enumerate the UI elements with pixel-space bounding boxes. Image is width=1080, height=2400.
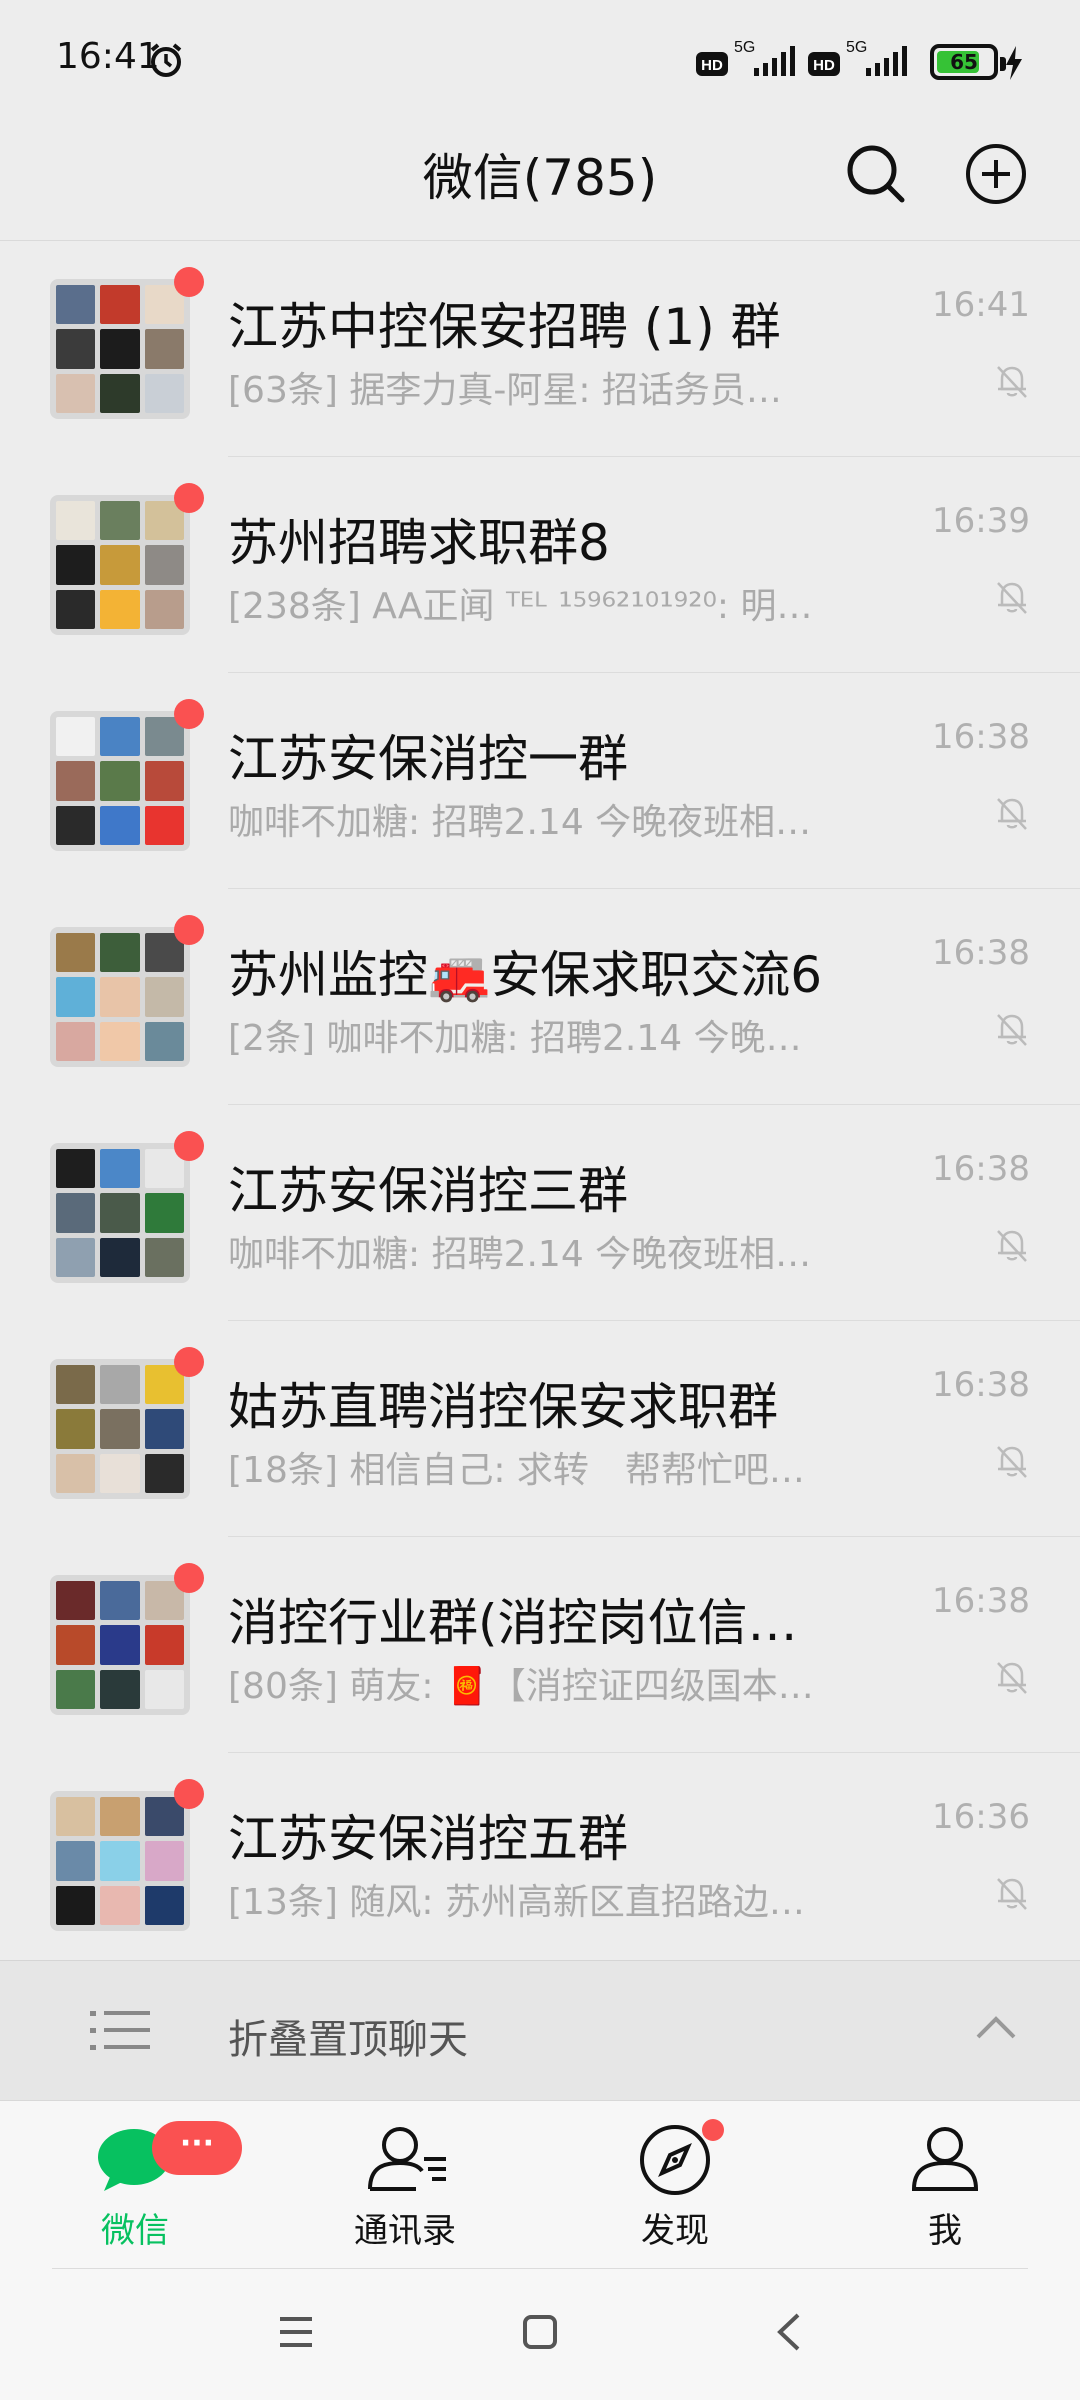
chat-time: 16:36 <box>932 1797 1030 1837</box>
mute-bell-icon <box>997 582 1027 614</box>
chat-preview: [238条] AA正闻 ᵀᴱᴸ ¹⁵⁹⁶²¹⁰¹⁹²⁰: 明… <box>228 586 813 627</box>
bottom-tab-bar: ··· 微信 通讯录 发现 我 <box>0 2100 1080 2268</box>
tab-contacts[interactable]: 通讯录 <box>270 2101 540 2269</box>
alarm-icon <box>150 43 182 77</box>
group-avatar <box>50 279 190 419</box>
menu-icon[interactable] <box>278 2316 314 2348</box>
chats-badge: ··· <box>152 2121 242 2175</box>
chat-row[interactable]: 消控行业群(消控岗位信… [80条] 萌友: 🧧【消控证四级国本… 16:38 <box>0 1537 1080 1753</box>
back-icon[interactable] <box>774 2312 802 2352</box>
signal-icon-1: HD 5G <box>696 39 795 76</box>
signal-icon-2: HD 5G <box>808 39 907 76</box>
group-avatar <box>50 495 190 635</box>
home-icon[interactable] <box>522 2314 558 2350</box>
group-avatar <box>50 1359 190 1499</box>
mute-bell-icon <box>997 1878 1027 1910</box>
fold-label: 折叠置顶聊天 <box>228 2017 468 2063</box>
group-avatar <box>50 1575 190 1715</box>
tab-label-me: 我 <box>928 2211 962 2251</box>
unread-dot <box>174 699 204 729</box>
search-icon[interactable] <box>836 134 916 214</box>
chat-name: 江苏安保消控一群 <box>228 730 628 788</box>
mute-bell-icon <box>997 798 1027 830</box>
tab-label-chats: 微信 <box>101 2211 169 2251</box>
unread-dot <box>174 1563 204 1593</box>
group-avatar <box>50 711 190 851</box>
svg-text:HD: HD <box>813 57 835 74</box>
chat-name: 苏州监控🚒安保求职交流6 <box>228 946 823 1004</box>
add-icon[interactable] <box>956 134 1036 214</box>
unread-dot <box>174 1779 204 1809</box>
tab-discover[interactable]: 发现 <box>540 2101 810 2269</box>
battery-indicator: 65 <box>930 44 1006 80</box>
chat-preview: [13条] 随风: 苏州高新区直招路边… <box>228 1882 805 1923</box>
group-avatar <box>50 1791 190 1931</box>
chat-time: 16:38 <box>932 1581 1030 1621</box>
group-avatar <box>50 927 190 1067</box>
chat-preview: [80条] 萌友: 🧧【消控证四级国本… <box>228 1666 814 1707</box>
chat-preview: [18条] 相信自己: 求转 帮帮忙吧… <box>228 1450 805 1491</box>
group-avatar <box>50 1143 190 1283</box>
status-bar: 16:41 HD 5G HD 5G 65 <box>0 0 1080 120</box>
chat-name: 苏州招聘求职群8 <box>228 514 610 572</box>
unread-dot <box>174 483 204 513</box>
chat-time: 16:38 <box>932 933 1030 973</box>
status-time: 16:41 <box>56 36 160 77</box>
chat-row[interactable]: 苏州招聘求职群8 [238条] AA正闻 ᵀᴱᴸ ¹⁵⁹⁶²¹⁰¹⁹²⁰: 明… 1… <box>0 457 1080 673</box>
tab-label-contacts: 通讯录 <box>354 2211 456 2251</box>
unread-dot <box>174 267 204 297</box>
chat-row[interactable]: 姑苏直聘消控保安求职群 [18条] 相信自己: 求转 帮帮忙吧… 16:38 <box>0 1321 1080 1537</box>
chevron-up-icon[interactable] <box>974 2013 1018 2043</box>
chat-name: 消控行业群(消控岗位信… <box>228 1594 798 1652</box>
chat-preview: [2条] 咖啡不加糖: 招聘2.14 今晚… <box>228 1018 802 1059</box>
chat-row[interactable]: 江苏安保消控一群咖啡不加糖: 招聘2.14 今晚夜班相… 16:38 <box>0 673 1080 889</box>
chat-name: 江苏中控保安招聘 (1) 群 <box>228 298 781 356</box>
list-icon <box>90 2011 150 2050</box>
chat-time: 16:38 <box>932 1149 1030 1189</box>
unread-dot <box>174 915 204 945</box>
fold-pinned-chats[interactable]: 折叠置顶聊天 <box>0 1960 1080 2100</box>
chat-list: 江苏中控保安招聘 (1) 群 [63条] 据李力真-阿星: 招话务员… 16:41 苏… <box>0 240 1080 1969</box>
contacts-icon <box>368 2127 446 2191</box>
compass-icon <box>640 2125 710 2195</box>
mute-bell-icon <box>997 1014 1027 1046</box>
svg-text:5G: 5G <box>846 39 867 56</box>
chat-row[interactable]: 江苏中控保安招聘 (1) 群 [63条] 据李力真-阿星: 招话务员… 16:41 <box>0 241 1080 457</box>
chat-time: 16:39 <box>932 501 1030 541</box>
tab-label-discover: 发现 <box>641 2211 709 2251</box>
chat-row[interactable]: 江苏安保消控三群咖啡不加糖: 招聘2.14 今晚夜班相… 16:38 <box>0 1105 1080 1321</box>
mute-bell-icon <box>997 366 1027 398</box>
page-title: 微信(785) <box>422 149 658 207</box>
chat-preview: [63条] 据李力真-阿星: 招话务员… <box>228 370 782 411</box>
chat-time: 16:38 <box>932 717 1030 757</box>
system-nav-bar <box>0 2268 1080 2400</box>
battery-level: 65 <box>950 50 978 74</box>
chat-name: 姑苏直聘消控保安求职群 <box>228 1378 778 1436</box>
tab-chats[interactable]: ··· 微信 <box>0 2101 270 2269</box>
chat-time: 16:38 <box>932 1365 1030 1405</box>
chat-row[interactable]: 苏州监控🚒安保求职交流6 [2条] 咖啡不加糖: 招聘2.14 今晚… 16:38 <box>0 889 1080 1105</box>
chat-time: 16:41 <box>932 285 1030 325</box>
svg-text:HD: HD <box>701 57 723 74</box>
mute-bell-icon <box>997 1230 1027 1262</box>
mute-bell-icon <box>997 1446 1027 1478</box>
chat-name: 江苏安保消控五群 <box>228 1810 628 1868</box>
chat-preview: 咖啡不加糖: 招聘2.14 今晚夜班相… <box>228 1234 812 1275</box>
chat-name: 江苏安保消控三群 <box>228 1162 628 1220</box>
app-header: 微信(785) <box>0 120 1080 240</box>
svg-text:5G: 5G <box>734 39 755 56</box>
unread-dot <box>174 1347 204 1377</box>
tab-me[interactable]: 我 <box>810 2101 1080 2269</box>
mute-bell-icon <box>997 1662 1027 1694</box>
person-icon <box>911 2127 979 2191</box>
chat-row[interactable]: 江苏安保消控五群 [13条] 随风: 苏州高新区直招路边… 16:36 <box>0 1753 1080 1969</box>
charging-icon <box>1006 46 1022 80</box>
chat-preview: 咖啡不加糖: 招聘2.14 今晚夜班相… <box>228 802 812 843</box>
unread-dot <box>174 1131 204 1161</box>
discover-dot <box>702 2119 724 2141</box>
